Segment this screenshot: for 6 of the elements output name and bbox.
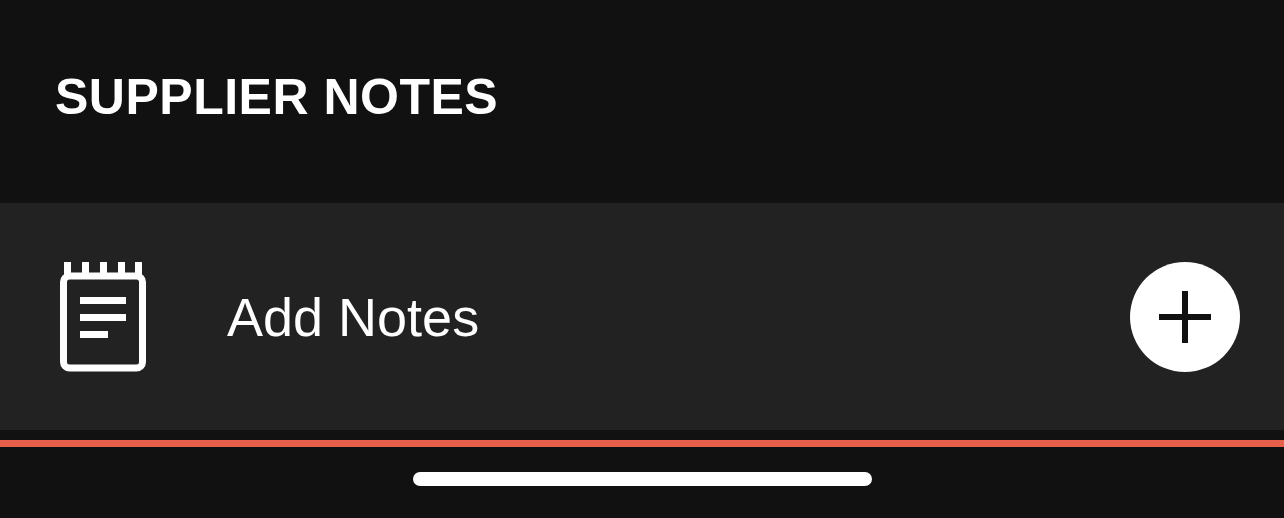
plus-icon (1157, 288, 1213, 345)
add-notes-row[interactable]: Add Notes (0, 203, 1284, 430)
home-indicator[interactable] (412, 471, 872, 486)
add-notes-label: Add Notes (227, 285, 481, 348)
section-title: SUPPLIER NOTES (55, 67, 499, 126)
notepad-icon (60, 261, 146, 372)
